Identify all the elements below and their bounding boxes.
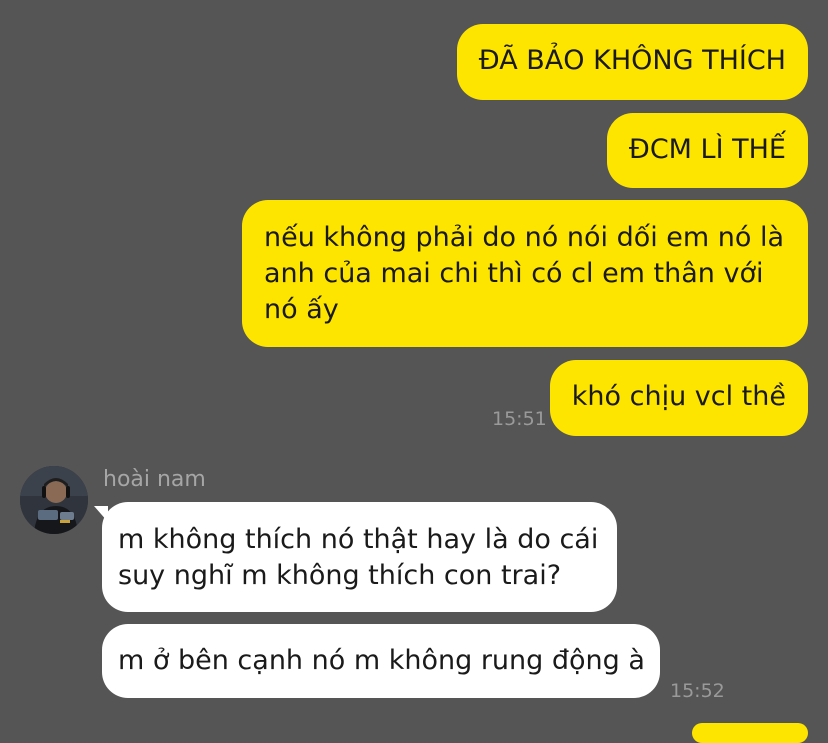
message-text-line: anh của mai chi thì có cl em thân với <box>264 258 764 289</box>
message-text: khó chịu vcl thề <box>571 381 786 412</box>
incoming-message-bubble[interactable]: m ở bên cạnh nó m không rung động à <box>102 624 660 698</box>
message-text-line: nếu không phải do nó nói dối em nó là <box>264 222 785 253</box>
outgoing-message-bubble[interactable]: ĐCM LÌ THẾ <box>606 113 808 188</box>
message-text-line: nó ấy <box>264 294 339 325</box>
sender-avatar[interactable] <box>20 466 88 534</box>
message-text-line: m không thích nó thật hay là do cái <box>118 524 599 555</box>
outgoing-message-bubble-partial[interactable] <box>692 723 808 743</box>
message-timestamp: 15:51 <box>492 408 547 430</box>
message-text-line: suy nghĩ m không thích con trai? <box>118 560 562 591</box>
incoming-message-bubble[interactable]: m không thích nó thật hay là do cái suy … <box>102 502 617 612</box>
message-timestamp: 15:52 <box>670 680 725 702</box>
message-text: ĐÃ BẢO KHÔNG THÍCH <box>478 45 786 76</box>
message-text: ĐCM LÌ THẾ <box>628 134 786 165</box>
user-avatar-photo-icon <box>20 466 88 534</box>
outgoing-message-bubble[interactable]: khó chịu vcl thề <box>549 360 808 436</box>
outgoing-message-bubble[interactable]: nếu không phải do nó nói dối em nó là an… <box>242 200 808 347</box>
outgoing-message-bubble[interactable]: ĐÃ BẢO KHÔNG THÍCH <box>456 24 808 100</box>
chat-window: ĐÃ BẢO KHÔNG THÍCH ĐCM LÌ THẾ nếu không … <box>0 0 828 743</box>
sender-name: hoài nam <box>103 467 206 492</box>
message-text: m ở bên cạnh nó m không rung động à <box>118 645 645 676</box>
